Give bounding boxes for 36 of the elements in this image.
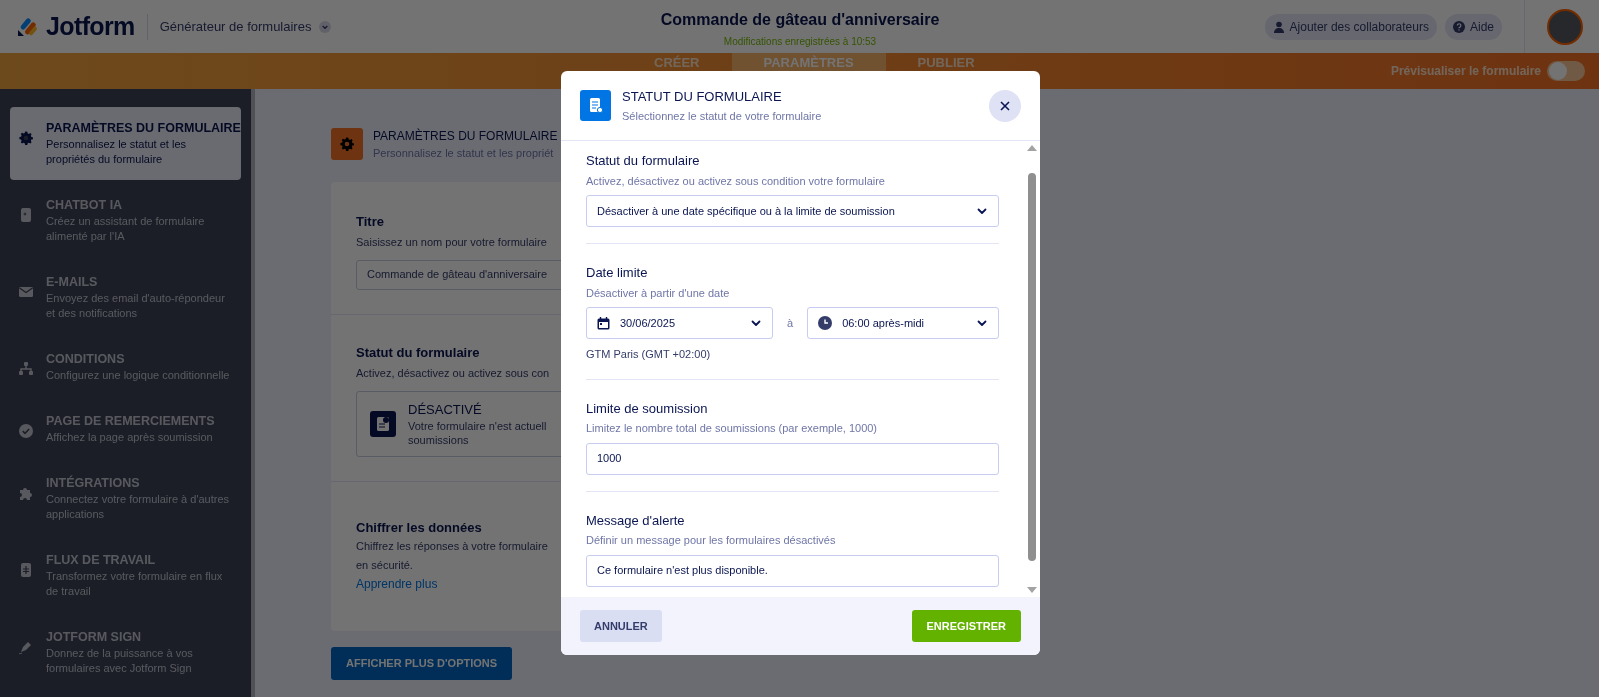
modal-title: STATUT DU FORMULAIRE [622,87,783,106]
sidebar-item-title: FLUX DE TRAVAIL [46,552,157,569]
sidebar-item-title: PAGE DE REMERCIEMENTS [46,413,216,430]
sidebar-item-title: PARAMÈTRES DU FORMULAIRE [46,120,241,137]
encrypt-text: en sécurité. [356,558,413,573]
status-option-text: soumissions [408,433,470,448]
preview-label: Prévisualiser le formulaire [1390,63,1541,80]
field-label: Statut du formulaire [586,152,700,170]
section-title: PARAMÈTRES DU FORMULAIRE [373,127,558,145]
field-label: Statut du formulaire [356,343,480,362]
sidebar-item-title: CONDITIONS [46,351,126,368]
status-option-title: DÉSACTIVÉ [408,400,483,419]
field-hint: Activez, désactivez ou activez sous con [356,366,550,381]
sidebar-item-title: JOTFORM SIGN [46,629,143,646]
form-title: Commande de gâteau d'anniversaire [660,10,940,30]
timezone-text: GTM Paris (GMT +02:00) [586,347,711,362]
field-hint: Activez, désactivez ou activez sous condition votre formulaire [586,173,885,189]
sidebar-item-title: INTÉGRATIONS [46,475,141,492]
field-label: Limite de soumission [586,399,708,418]
field-hint: Limitez le nombre total de soumissions (par exemple, 1000) [586,421,878,436]
field-label: Chiffrer les données [356,518,482,537]
status-option-text: Votre formulaire n'est actuell [408,419,547,434]
encrypt-text: Chiffrez les réponses à votre formulaire [356,539,548,554]
logo-text: Jotform [46,10,135,42]
field-label: Date limite [586,264,648,282]
field-label: Message d'alerte [586,511,685,530]
field-hint: Saisissez un nom pour votre formulaire [356,235,547,250]
sidebar-item-description: Personnalisez le statut et les propriétés du formulaire [46,137,188,167]
separator-text: à [786,315,795,331]
field-hint: Définir un message pour les formulaires désactivés [586,533,836,548]
sidebar-item-description: Configurez une logique conditionnelle [46,368,231,383]
sidebar-item-title: E-MAILS [46,274,99,291]
field-label: Titre [356,212,384,231]
modal-subtitle: Sélectionnez le statut de votre formulaire [622,109,822,124]
sidebar-item-title: CHATBOT IA [46,197,124,214]
save-status: Modifications enregistrées à 10:53 [723,35,877,49]
